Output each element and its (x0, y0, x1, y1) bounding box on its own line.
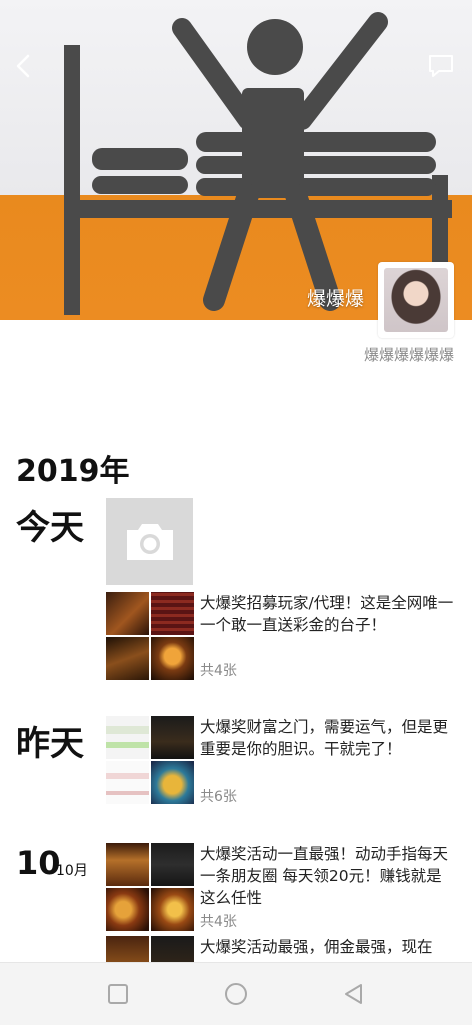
circle-icon (225, 983, 247, 1005)
thumbnail (151, 843, 194, 886)
photo-count: 共6张 (200, 789, 237, 805)
message-icon (429, 55, 453, 77)
system-nav-bar (0, 962, 472, 1025)
post-thumbnails[interactable] (106, 716, 194, 804)
month-label: 10月 (56, 863, 88, 879)
post-text[interactable]: 大爆奖活动最强，佣金最强，现在 (200, 936, 456, 962)
recents-button[interactable] (106, 982, 130, 1006)
day-number: 10 (16, 844, 61, 882)
post-text[interactable]: 大爆奖活动一直最强！动动手指每天一条朋友圈 每天领20元！赚钱就是这么任性 (200, 843, 456, 909)
thumbnail (106, 936, 149, 962)
thumbnail (106, 888, 149, 931)
thumbnail (151, 761, 194, 804)
thumbnail (106, 716, 149, 759)
day-label-today: 今天 (16, 508, 84, 548)
post-thumbnails[interactable] (106, 843, 194, 931)
avatar-photo (384, 268, 448, 332)
post-text[interactable]: 大爆奖财富之门，需要运气，但是更重要是你的胆识。干就完了！ (200, 716, 456, 760)
nickname: 爆爆爆 (306, 288, 364, 310)
post-thumbnails[interactable] (106, 592, 194, 680)
photo-count: 共4张 (200, 914, 237, 930)
camera-icon (127, 524, 173, 560)
photo-count: 共4张 (200, 663, 237, 679)
thumbnail (106, 843, 149, 886)
thumbnail (151, 936, 194, 962)
triangle-back-icon (345, 984, 362, 1004)
thumbnail (106, 592, 149, 635)
thumbnail (151, 637, 194, 680)
signature: 爆爆爆爆爆爆 (363, 346, 454, 364)
thumbnail (106, 637, 149, 680)
thumbnail (151, 592, 194, 635)
chevron-left-icon (16, 54, 30, 78)
system-back-button[interactable] (342, 982, 366, 1006)
day-label-yesterday: 昨天 (16, 724, 84, 764)
messages-button[interactable] (426, 52, 456, 80)
back-button[interactable] (10, 50, 38, 82)
post-text[interactable]: 大爆奖招募玩家/代理！这是全网唯一一个敢一直送彩金的台子！ (200, 592, 456, 636)
post-thumbnails[interactable] (106, 936, 194, 962)
thumbnail (151, 716, 194, 759)
post-new-moment-button[interactable] (106, 498, 193, 585)
thumbnail (151, 888, 194, 931)
square-icon (108, 984, 128, 1004)
year-label: 2019年 (16, 454, 130, 489)
thumbnail (106, 761, 149, 804)
home-button[interactable] (224, 982, 248, 1006)
avatar[interactable] (378, 262, 454, 338)
